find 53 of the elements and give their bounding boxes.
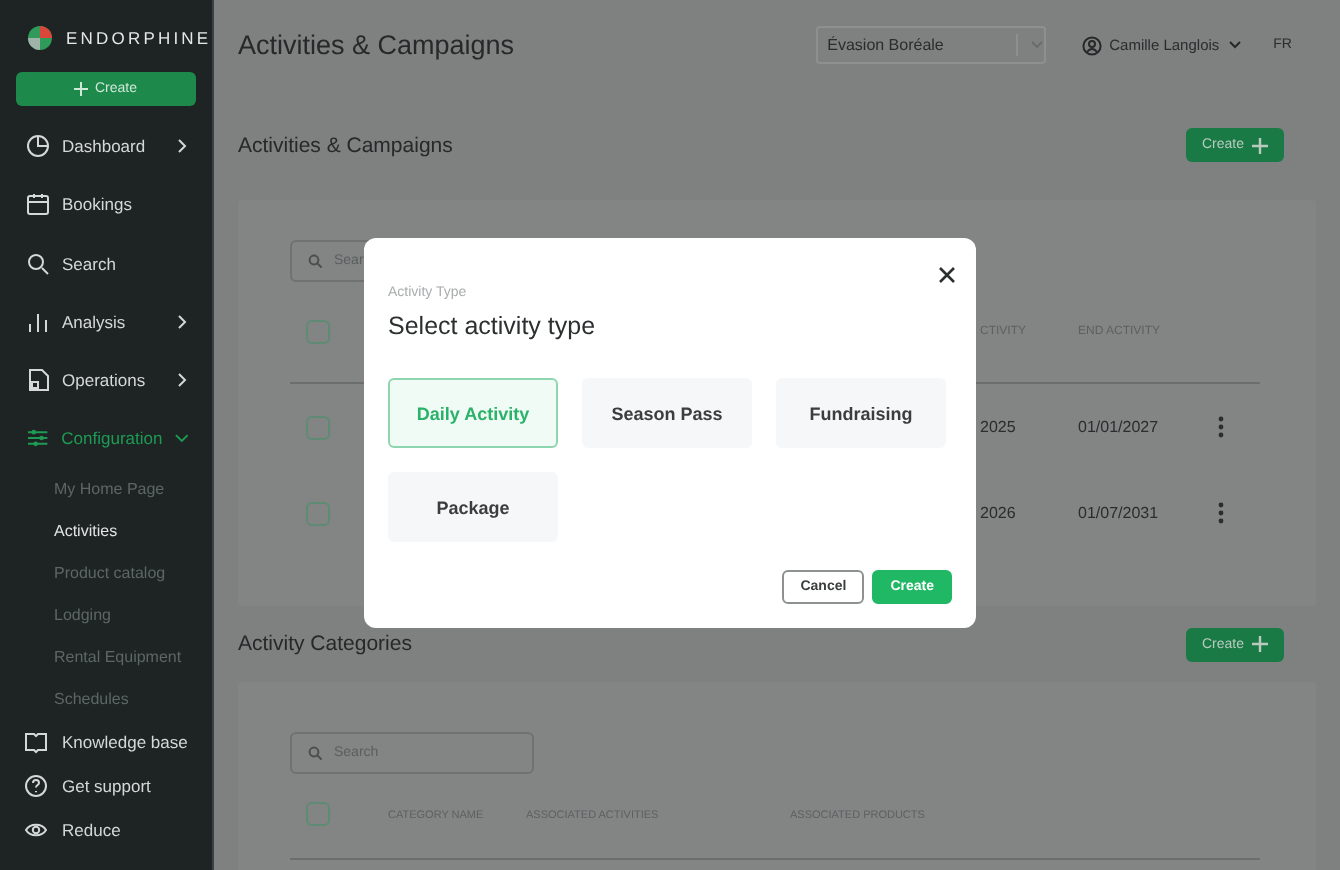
section-title: Activity Categories xyxy=(238,632,412,656)
nav-item[interactable]: Bookings xyxy=(0,175,212,235)
table-cell-text: 01/07/2031 xyxy=(1078,504,1161,522)
search-icon xyxy=(26,251,50,276)
checkbox[interactable] xyxy=(306,320,330,344)
bottom-menu-item[interactable]: Get support xyxy=(0,764,212,809)
sliders-icon xyxy=(26,426,50,451)
table-cell-text: 01/01/2027 xyxy=(1078,418,1161,436)
help-icon xyxy=(24,774,48,799)
nav-item[interactable]: Search xyxy=(0,234,212,293)
checkbox[interactable] xyxy=(306,501,330,525)
dialog-title: Select activity type xyxy=(388,312,598,340)
bottom-menu-item[interactable]: Knowledge base xyxy=(0,720,212,765)
table-cell-text: 2026 xyxy=(980,504,1018,522)
submenu-item[interactable]: Product catalog xyxy=(0,552,166,595)
bottom-menu-item[interactable]: Reduce xyxy=(0,808,212,853)
submenu-item[interactable]: Activities xyxy=(0,510,118,553)
nav-item[interactable]: Dashboard xyxy=(0,117,212,176)
table-cell-text: 2025 xyxy=(980,418,1018,436)
chevron-down-icon xyxy=(1227,40,1242,50)
plus-icon xyxy=(74,81,89,96)
logo-icon xyxy=(26,23,54,52)
checkbox[interactable] xyxy=(306,415,330,439)
organization-select[interactable]: Évasion Boréale xyxy=(815,26,1046,64)
activity-type-option[interactable]: Package xyxy=(388,472,558,542)
activity-type-option[interactable]: Daily Activity xyxy=(388,378,558,448)
book-icon xyxy=(24,730,48,755)
activity-type-option[interactable]: Season Pass xyxy=(582,378,752,448)
plus-icon xyxy=(1252,636,1268,652)
activity-type-option[interactable]: Fundraising xyxy=(776,378,946,448)
checkbox[interactable] xyxy=(306,802,330,826)
search-icon xyxy=(308,746,322,760)
nav-item[interactable]: Operations xyxy=(0,351,212,410)
nav-item[interactable]: Configuration xyxy=(0,409,212,469)
more-options-icon[interactable] xyxy=(1218,502,1224,524)
nav-item[interactable]: Analysis xyxy=(0,292,212,352)
calendar-icon xyxy=(26,192,50,217)
submenu-item[interactable]: Schedules xyxy=(0,678,129,721)
page-title: Activities & Campaigns xyxy=(238,30,517,60)
submenu-item[interactable]: My Home Page xyxy=(0,468,165,511)
document-icon xyxy=(26,368,50,393)
submenu-item[interactable]: Rental Equipment xyxy=(0,636,182,679)
pie-chart-icon xyxy=(26,134,50,159)
submenu-item[interactable]: Lodging xyxy=(0,594,111,637)
section-title: Activities & Campaigns xyxy=(238,133,453,157)
brand-name: ENDORPHINE xyxy=(66,27,212,48)
plus-icon xyxy=(1252,137,1268,153)
chevron-down-icon xyxy=(1029,40,1044,50)
user-icon xyxy=(1081,35,1102,55)
bar-chart-icon xyxy=(26,309,50,334)
search-icon xyxy=(308,254,322,268)
more-options-icon[interactable] xyxy=(1218,416,1224,438)
close-icon[interactable] xyxy=(938,266,956,284)
